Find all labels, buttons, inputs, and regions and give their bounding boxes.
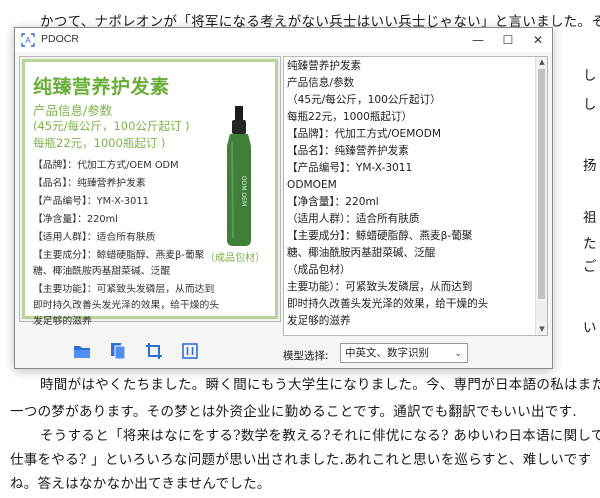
doc-edge-char: 扬	[583, 158, 597, 174]
product-detail: 即时持久改善头发光泽的效果，给干燥的头	[33, 300, 220, 311]
app-window: A PDOCR — ☐ ✕ 纯臻营养护发素 产品信息/参数 (45元/每公斤，1…	[14, 27, 553, 369]
bottle-label: ODM OEM	[240, 176, 247, 206]
ocr-line: 产品信息/参数	[287, 77, 355, 89]
chevron-down-icon: ⌄	[454, 349, 462, 359]
product-detail: 发足够的滋养	[33, 316, 92, 327]
ocr-line: （适用人群）：适合所有肤质	[287, 213, 420, 225]
doc-edge-char: し	[583, 97, 597, 113]
doc-line: 仕事をやる? 」といろいろな问题が思い出されました.あれこれと思いを巡らすと、难…	[10, 452, 592, 468]
model-select-value: 中英文、数字识别	[345, 347, 429, 359]
ocr-line: 发足够的滋养	[287, 315, 351, 327]
doc-edge-char: い	[583, 320, 597, 336]
product-image: 纯臻营养护发素 产品信息/参数 (45元/每公斤，100公斤起订 ) 每瓶22元…	[22, 59, 278, 327]
product-detail: 【主要功能】：可紧致头发磷层，从而达到	[33, 284, 215, 295]
ocr-line: 【品名】：纯臻营养护发素	[287, 145, 409, 157]
product-detail: 糖、椰油酰胺丙基甜菜碱、泛醌	[33, 266, 171, 277]
app-logo-icon: A	[21, 33, 35, 47]
maximize-button[interactable]: ☐	[493, 28, 523, 52]
bottle-image: ODM OEM	[227, 106, 251, 246]
product-detail: 【品牌】：代加工方式/OEM ODM	[33, 160, 179, 171]
ocr-result-textarea[interactable]: 纯臻营养护发素 产品信息/参数 （45元/每公斤，100公斤起订） 每瓶22元，…	[283, 56, 548, 336]
ocr-line: 糖、椰油酰胺丙基甜菜碱、泛醌	[287, 247, 436, 259]
scroll-thumb[interactable]	[538, 69, 545, 299]
product-subtitle: 产品信息/参数	[33, 103, 113, 118]
image-preview[interactable]: 纯臻营养护发素 产品信息/参数 (45元/每公斤，100公斤起订 ) 每瓶22元…	[19, 56, 281, 327]
product-detail: 【净含量】：220ml	[33, 214, 118, 225]
product-detail: 【适用人群】：适合所有肤质	[33, 232, 156, 243]
ocr-line: 【主要成分】：鲸蜡硬脂醇、燕麦β-葡聚	[287, 230, 473, 242]
columns-icon[interactable]	[181, 342, 199, 360]
ocr-line: 纯臻营养护发素	[287, 60, 362, 72]
svg-text:A: A	[25, 36, 31, 45]
ocr-line: （成品包材）	[287, 264, 351, 276]
minimize-button[interactable]: —	[463, 28, 493, 52]
doc-edge-char: ご	[583, 259, 597, 275]
product-detail: 【品名】：纯臻营养护发素	[33, 178, 146, 189]
copy-icon[interactable]	[109, 342, 127, 360]
ocr-line: 主要功能）：可紧致头发磷层，从而达到	[287, 281, 473, 293]
model-select-dropdown[interactable]: 中英文、数字识别 ⌄	[340, 343, 468, 363]
model-select-label: 模型选择:	[283, 350, 329, 362]
doc-line: 時間がはやくたちました。瞬く間にもう大学生になりました。今、専門が日本語の私はま…	[40, 377, 600, 393]
close-button[interactable]: ✕	[523, 28, 553, 52]
doc-line: そうすると「将来はなにをする?数学を教える?それに俳优になる? あゆいわ日本语に…	[40, 428, 600, 444]
product-detail: 【主要成分】：鲸蜡硬脂醇、燕麦β-葡聚	[33, 250, 205, 261]
crop-icon[interactable]	[145, 342, 163, 360]
vertical-scrollbar[interactable]: ▲ ▼	[535, 57, 547, 335]
window-title: PDOCR	[41, 33, 79, 45]
ocr-line: 每瓶22元，1000瓶起订）	[287, 111, 413, 123]
scroll-down-arrow-icon[interactable]: ▼	[536, 324, 547, 335]
title-bar[interactable]: A PDOCR — ☐ ✕	[15, 28, 552, 52]
product-detail: 【产品编号】：YM-X-3011	[33, 196, 149, 207]
doc-line: ね。答えはなかなか出てきませんでした。	[10, 476, 271, 492]
ocr-line: 【品牌】：代加工方式/OEMODM	[287, 128, 442, 140]
doc-edge-char: た	[583, 236, 597, 252]
ocr-line: （45元/每公斤，100公斤起订）	[287, 94, 441, 106]
scroll-up-arrow-icon[interactable]: ▲	[536, 57, 547, 68]
doc-edge-char: し	[583, 68, 597, 84]
product-caption: （成品包材）	[205, 253, 265, 264]
product-price-1: (45元/每公斤，100公斤起订 )	[33, 119, 190, 133]
product-price-2: 每瓶22元，1000瓶起订 )	[33, 136, 166, 150]
ocr-line: ODMOEM	[287, 179, 337, 191]
folder-icon[interactable]	[73, 342, 91, 360]
ocr-line: 即时持久改善头发光泽的效果，给干燥的头	[287, 298, 489, 310]
product-title: 纯臻营养护发素	[33, 76, 170, 98]
ocr-line: 【净含量】：220ml	[287, 196, 379, 208]
doc-edge-char: 祖	[583, 210, 597, 226]
doc-line: 一つの梦があります。その梦とは外资企业に勤めることです。通訳でも翻訳でもいい出で…	[10, 404, 578, 420]
ocr-line: 【产品编号】：YM-X-3011	[287, 162, 413, 174]
